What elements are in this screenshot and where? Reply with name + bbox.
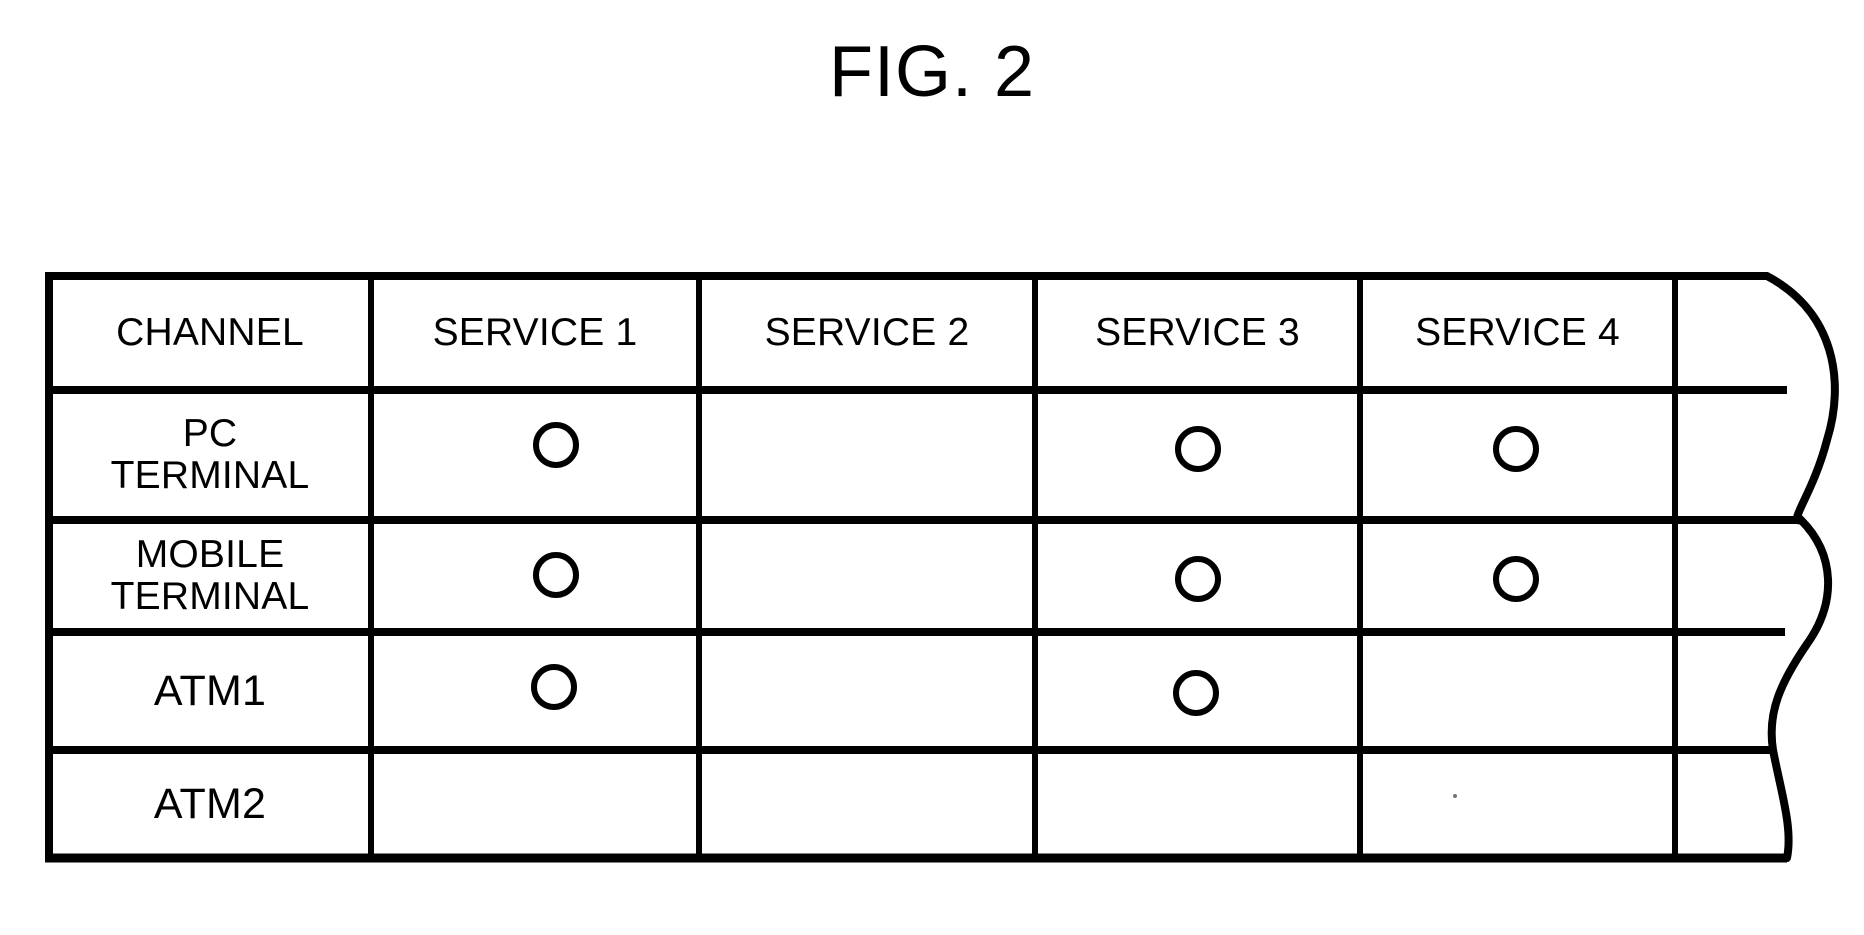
- availability-circle-icon: [531, 664, 577, 710]
- availability-circle-icon: [1493, 426, 1539, 472]
- availability-circle-icon: [1493, 556, 1539, 602]
- availability-circle-icon: [1173, 670, 1219, 716]
- patent-figure: FIG. 2 CHANNEL SERVICE 1 SERVICE 2 SERVI…: [0, 0, 1864, 935]
- table-grid: [45, 272, 1839, 863]
- scan-artifact-speck: [1453, 794, 1457, 798]
- availability-circle-icon: [533, 422, 579, 468]
- figure-title: FIG. 2: [828, 32, 1036, 112]
- availability-circle-icon: [1175, 556, 1221, 602]
- availability-circle-icon: [533, 552, 579, 598]
- torn-edge-break: [1763, 272, 1839, 862]
- availability-table: CHANNEL SERVICE 1 SERVICE 2 SERVICE 3 SE…: [45, 272, 1845, 872]
- availability-circle-icon: [1175, 426, 1221, 472]
